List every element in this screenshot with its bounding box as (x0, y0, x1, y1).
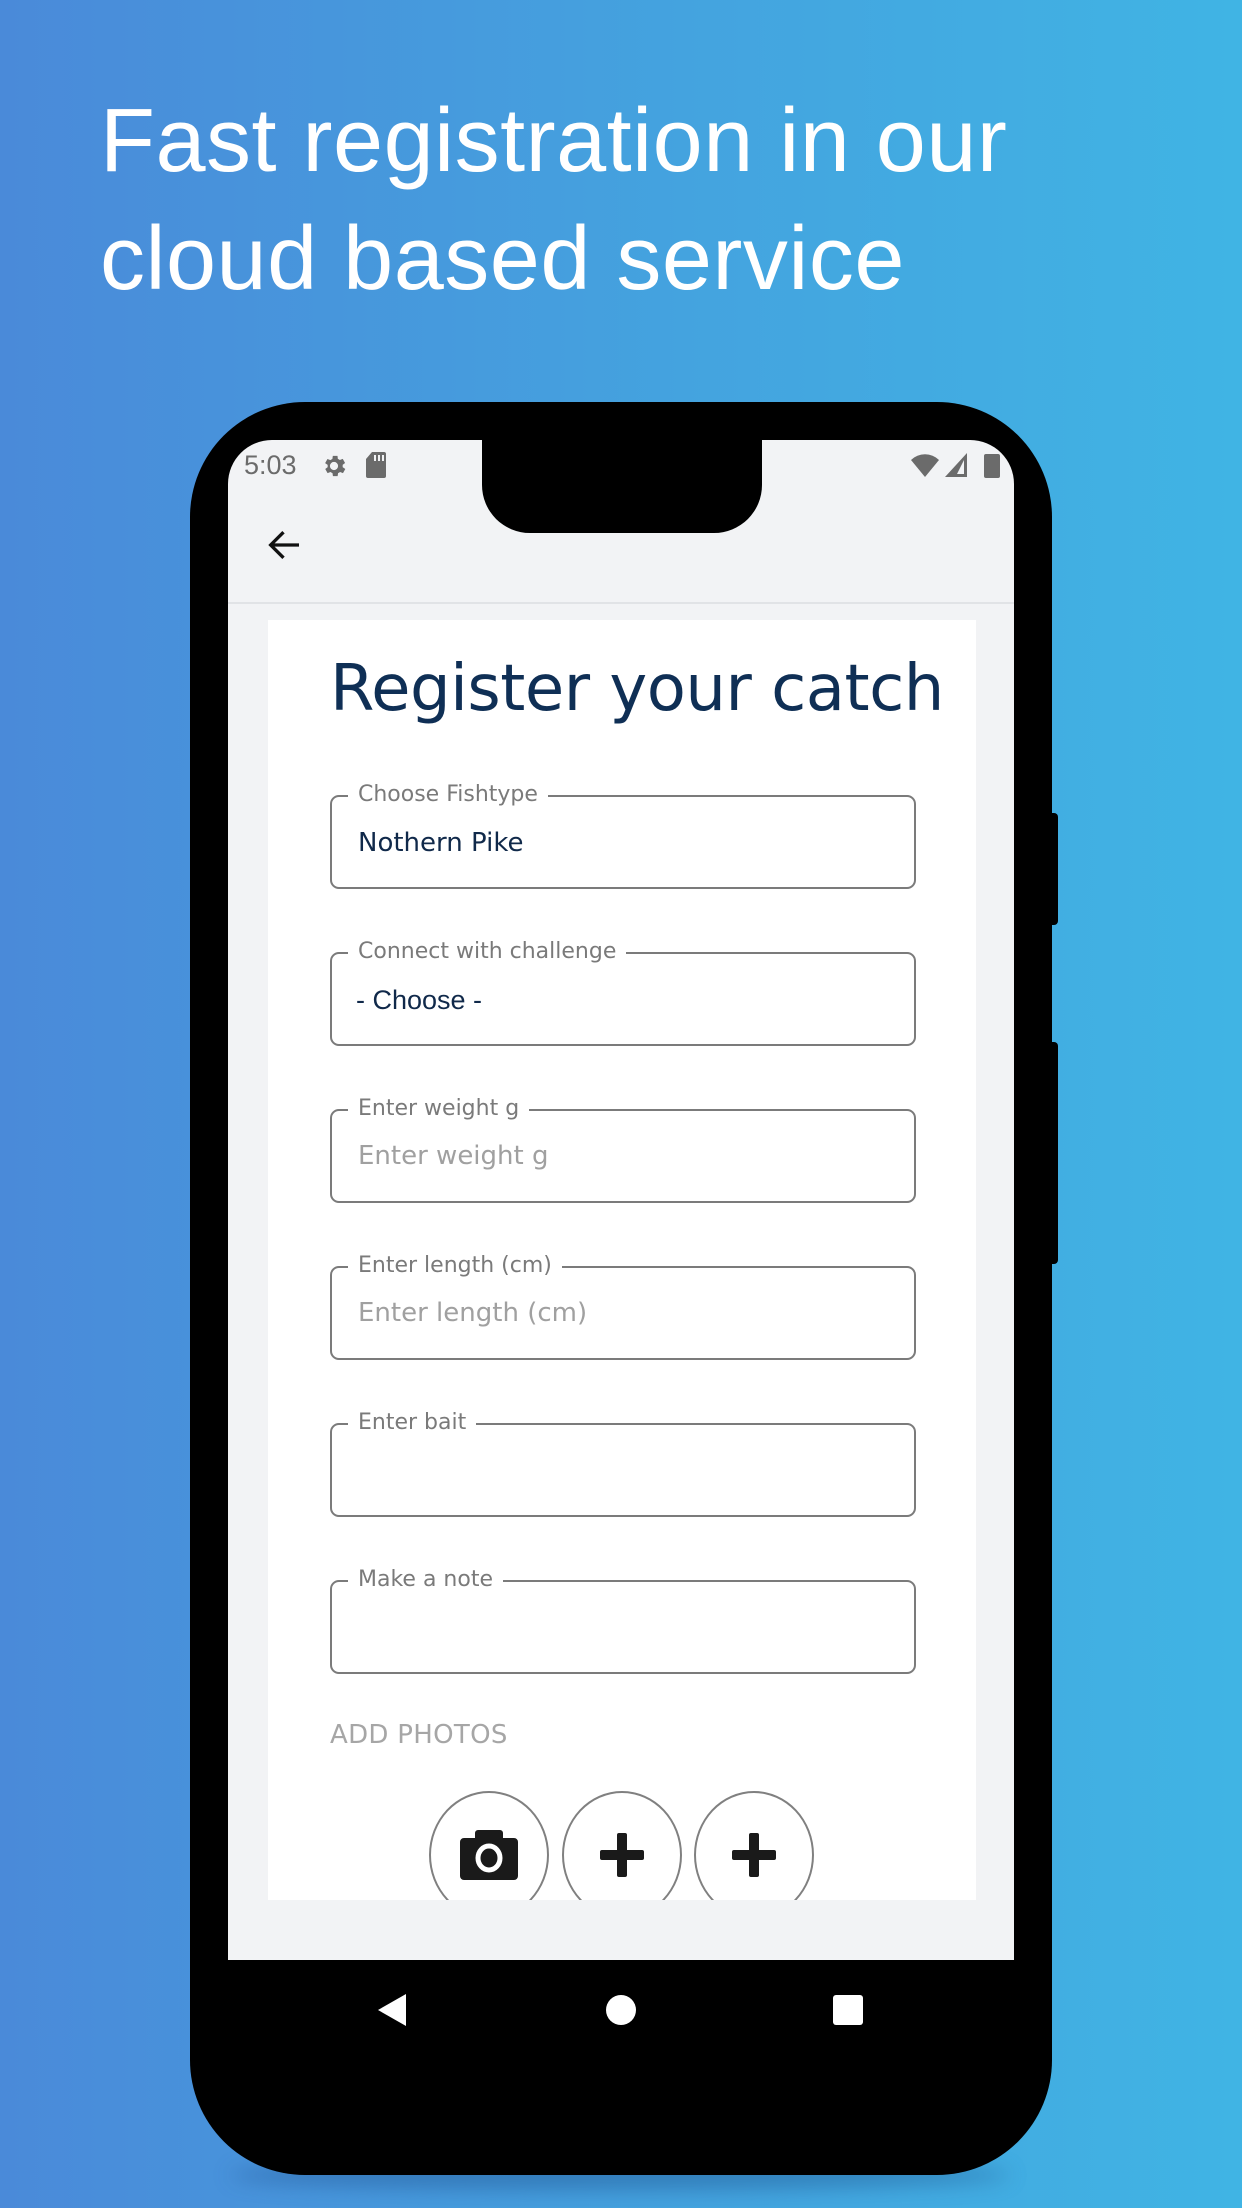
back-button[interactable] (264, 525, 304, 565)
add-photo-button-2[interactable] (694, 1791, 814, 1900)
promo-headline-line-2: cloud based service (100, 209, 905, 309)
phone-power-button (1050, 813, 1058, 925)
nav-back-button[interactable] (376, 1992, 408, 2028)
length-field[interactable]: Enter length (cm) (330, 1252, 916, 1360)
nav-home-button[interactable] (605, 1994, 637, 2026)
promo-headline: Fast registration in our cloud based ser… (100, 82, 1200, 318)
add-photos-label: ADD PHOTOS (330, 1720, 508, 1750)
add-photo-button-1[interactable] (562, 1791, 682, 1900)
app-bar: 5:03 (228, 440, 1014, 604)
bait-input[interactable] (358, 1451, 888, 1489)
challenge-select[interactable]: Connect with challenge - Choose - (330, 938, 916, 1046)
challenge-label: Connect with challenge (348, 938, 627, 966)
note-label: Make a note (348, 1566, 503, 1594)
plus-icon (732, 1833, 776, 1877)
sd-card-icon (366, 452, 386, 478)
status-time: 5:03 (244, 450, 297, 480)
bait-label: Enter bait (348, 1409, 477, 1437)
phone-screen: 5:03 Register your catch Choose Fishtype… (228, 440, 1014, 1960)
plus-icon (600, 1833, 644, 1877)
page-title: Register your catch (330, 652, 944, 726)
weight-field[interactable]: Enter weight g (330, 1095, 916, 1203)
wifi-icon (911, 454, 939, 477)
fishtype-value: Nothern Pike (358, 828, 524, 858)
note-field[interactable]: Make a note (330, 1566, 916, 1674)
fishtype-label: Choose Fishtype (348, 781, 548, 809)
weight-input[interactable] (358, 1137, 888, 1175)
register-catch-form: Register your catch Choose Fishtype Noth… (268, 620, 976, 1900)
length-label: Enter length (cm) (348, 1252, 562, 1280)
gear-icon (325, 455, 346, 477)
challenge-value: - Choose - (356, 985, 483, 1015)
camera-icon (460, 1830, 518, 1880)
weight-label: Enter weight g (348, 1095, 530, 1123)
take-photo-button[interactable] (429, 1791, 549, 1900)
camera-notch (482, 440, 762, 533)
fishtype-select[interactable]: Choose Fishtype Nothern Pike (330, 781, 916, 889)
promo-headline-line-1: Fast registration in our (100, 91, 1008, 191)
note-input[interactable] (358, 1608, 888, 1646)
nav-recents-button[interactable] (832, 1994, 864, 2026)
bait-field[interactable]: Enter bait (330, 1409, 916, 1517)
android-nav-bar (0, 1960, 1242, 2060)
length-input[interactable] (358, 1294, 888, 1332)
battery-icon (984, 454, 1000, 478)
cellular-signal-icon (945, 453, 967, 477)
phone-volume-button (1050, 1042, 1058, 1264)
